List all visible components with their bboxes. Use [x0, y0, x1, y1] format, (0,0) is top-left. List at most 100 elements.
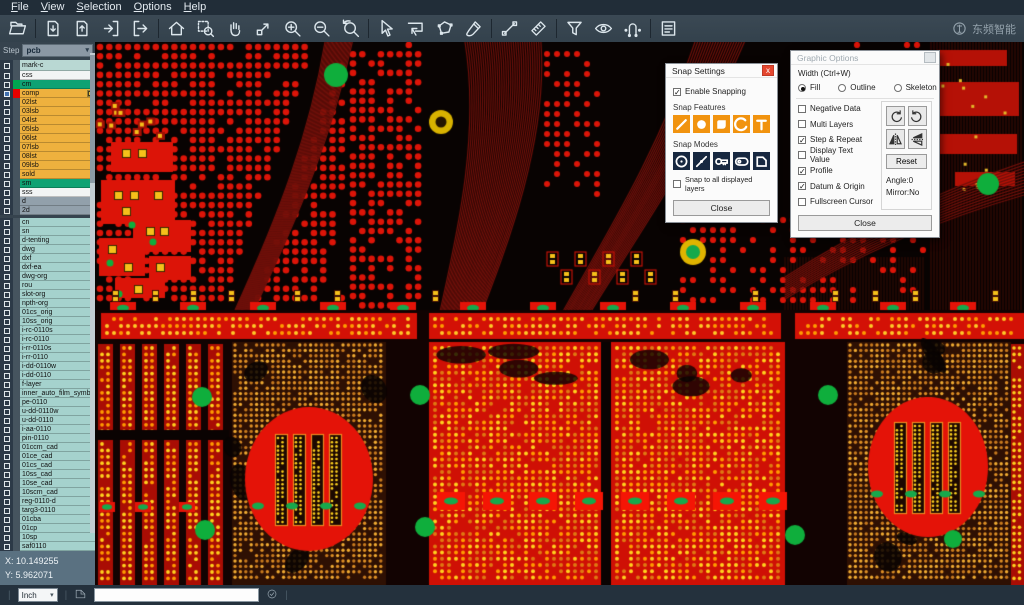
export-door-button[interactable] [126, 16, 155, 41]
layer-checkbox[interactable] [4, 247, 10, 253]
layer-checkbox[interactable] [4, 292, 10, 298]
mirror-horizontal-button[interactable] [886, 129, 905, 149]
option-row-profile[interactable]: ✓Profile [798, 163, 875, 179]
snap-magnet-button[interactable] [618, 16, 647, 41]
layer-row-01cs_cad[interactable]: 01cs_cad [0, 461, 95, 470]
layer-row-i-dd-0110[interactable]: i-dd-0110 [0, 371, 95, 380]
menu-item-view[interactable]: View [35, 0, 71, 15]
layer-checkbox[interactable] [4, 526, 10, 532]
snap-circle-button[interactable] [693, 115, 710, 133]
layer-checkbox[interactable] [4, 91, 10, 97]
zoom-in-button[interactable] [278, 16, 307, 41]
snap-close-button[interactable]: Close [673, 200, 770, 216]
layer-row-04lst[interactable]: 04lst [0, 116, 95, 125]
radio-fill[interactable] [798, 84, 806, 92]
layer-checkbox[interactable] [4, 265, 10, 271]
snap-text-button[interactable] [753, 115, 770, 133]
menu-item-help[interactable]: Help [178, 0, 213, 15]
layer-row-2d[interactable]: 2d [0, 206, 95, 215]
layer-checkbox[interactable] [4, 355, 10, 361]
menu-item-selection[interactable]: Selection [70, 0, 127, 15]
mode-keyhole-button[interactable] [713, 152, 730, 170]
layer-row-u-dd-0110[interactable]: u-dd-0110 [0, 416, 95, 425]
layer-row-saf0110[interactable]: saf0110 [0, 542, 95, 551]
layer-row-dwg[interactable]: dwg [0, 245, 95, 254]
layer-checkbox[interactable] [4, 163, 10, 169]
home-button[interactable] [162, 16, 191, 41]
select-arrow-button[interactable] [372, 16, 401, 41]
layer-checkbox[interactable] [4, 391, 10, 397]
layer-checkbox[interactable] [4, 154, 10, 160]
layer-row-sold[interactable]: sold [0, 170, 95, 179]
measure-ruler-button[interactable] [524, 16, 553, 41]
layer-row-sm[interactable]: sm [0, 179, 95, 188]
option-row-multi-layers[interactable]: Multi Layers [798, 117, 875, 133]
pan-hand-button[interactable] [220, 16, 249, 41]
layer-row-01ccm_cad[interactable]: 01ccm_cad [0, 443, 95, 452]
layer-row-03lsb[interactable]: 03lsb [0, 107, 95, 116]
layer-checkbox[interactable] [4, 535, 10, 541]
notes-doc-button[interactable] [654, 16, 683, 41]
checkbox[interactable] [798, 151, 806, 159]
layer-checkbox[interactable] [4, 127, 10, 133]
layer-row-inner_auto_film_symb[interactable]: inner_auto_film_symb [0, 389, 95, 398]
layer-row-pe-0110[interactable]: pe-0110 [0, 398, 95, 407]
enable-snapping-checkbox[interactable]: ✓ [673, 88, 681, 96]
layer-row-05lsb[interactable]: 05lsb [0, 125, 95, 134]
layer-checkbox[interactable] [4, 256, 10, 262]
load-file-button[interactable] [68, 16, 97, 41]
layer-row-09lsb[interactable]: 09lsb [0, 161, 95, 170]
select-rect-button[interactable] [401, 16, 430, 41]
checkbox[interactable] [798, 105, 806, 113]
measure-line-button[interactable] [495, 16, 524, 41]
layer-checkbox[interactable] [4, 199, 10, 205]
layer-row-10ss_cad[interactable]: 10ss_cad [0, 470, 95, 479]
layer-row-cm[interactable]: cm [0, 80, 95, 89]
layer-checkbox[interactable] [4, 544, 10, 550]
layer-checkbox[interactable] [4, 472, 10, 478]
option-row-display-text-value[interactable]: Display Text Value [798, 148, 875, 164]
layer-checkbox[interactable] [4, 481, 10, 487]
layer-row-dxf-ea[interactable]: dxf-ea [0, 263, 95, 272]
snap-dialog-titlebar[interactable]: Snap Settings x [666, 64, 777, 78]
layer-checkbox[interactable] [4, 328, 10, 334]
reset-button[interactable]: Reset [886, 154, 927, 169]
layer-checkbox[interactable] [4, 190, 10, 196]
layer-checkbox[interactable] [4, 181, 10, 187]
layer-row-dwg-org[interactable]: dwg-org [0, 272, 95, 281]
layer-row-pin-0110[interactable]: pin-0110 [0, 434, 95, 443]
mode-center-button[interactable] [673, 152, 690, 170]
layer-checkbox[interactable] [4, 319, 10, 325]
graphic-close-button[interactable]: Close [798, 215, 932, 231]
zoom-previous-button[interactable] [336, 16, 365, 41]
option-row-step-repeat[interactable]: ✓Step & Repeat [798, 132, 875, 148]
option-row-fullscreen-cursor[interactable]: Fullscreen Cursor [798, 194, 875, 210]
layer-checkbox[interactable] [4, 373, 10, 379]
layer-row-sss[interactable]: sss [0, 188, 95, 197]
layer-checkbox[interactable] [4, 508, 10, 514]
layer-checkbox[interactable] [4, 145, 10, 151]
checkbox[interactable]: ✓ [798, 182, 806, 190]
layer-checkbox[interactable] [4, 220, 10, 226]
mode-chamfer-button[interactable] [753, 152, 770, 170]
mode-slot-button[interactable] [733, 152, 750, 170]
layer-checkbox[interactable] [4, 400, 10, 406]
layer-row-01cba[interactable]: 01cba [0, 515, 95, 524]
layer-row-dxf[interactable]: dxf [0, 254, 95, 263]
layer-row-01ce_cad[interactable]: 01ce_cad [0, 452, 95, 461]
layer-row-slot-org[interactable]: slot-org [0, 290, 95, 299]
layer-row-f-layer[interactable]: f-layer [0, 380, 95, 389]
checkbox[interactable]: ✓ [798, 136, 806, 144]
view-eye-button[interactable] [589, 16, 618, 41]
layer-row-i-rc-0110s[interactable]: i-rc-0110s [0, 326, 95, 335]
command-input[interactable] [94, 588, 259, 602]
snap-arc-button[interactable] [733, 115, 750, 133]
layer-checkbox[interactable] [4, 364, 10, 370]
checkbox[interactable]: ✓ [798, 167, 806, 175]
import-door-button[interactable] [97, 16, 126, 41]
layer-checkbox[interactable] [4, 283, 10, 289]
enable-snapping-row[interactable]: ✓ Enable Snapping [673, 87, 770, 96]
layer-row-10sp[interactable]: 10sp [0, 533, 95, 542]
layer-row-mark-c[interactable]: mark-c [0, 60, 95, 71]
radio-outline[interactable] [838, 84, 846, 92]
